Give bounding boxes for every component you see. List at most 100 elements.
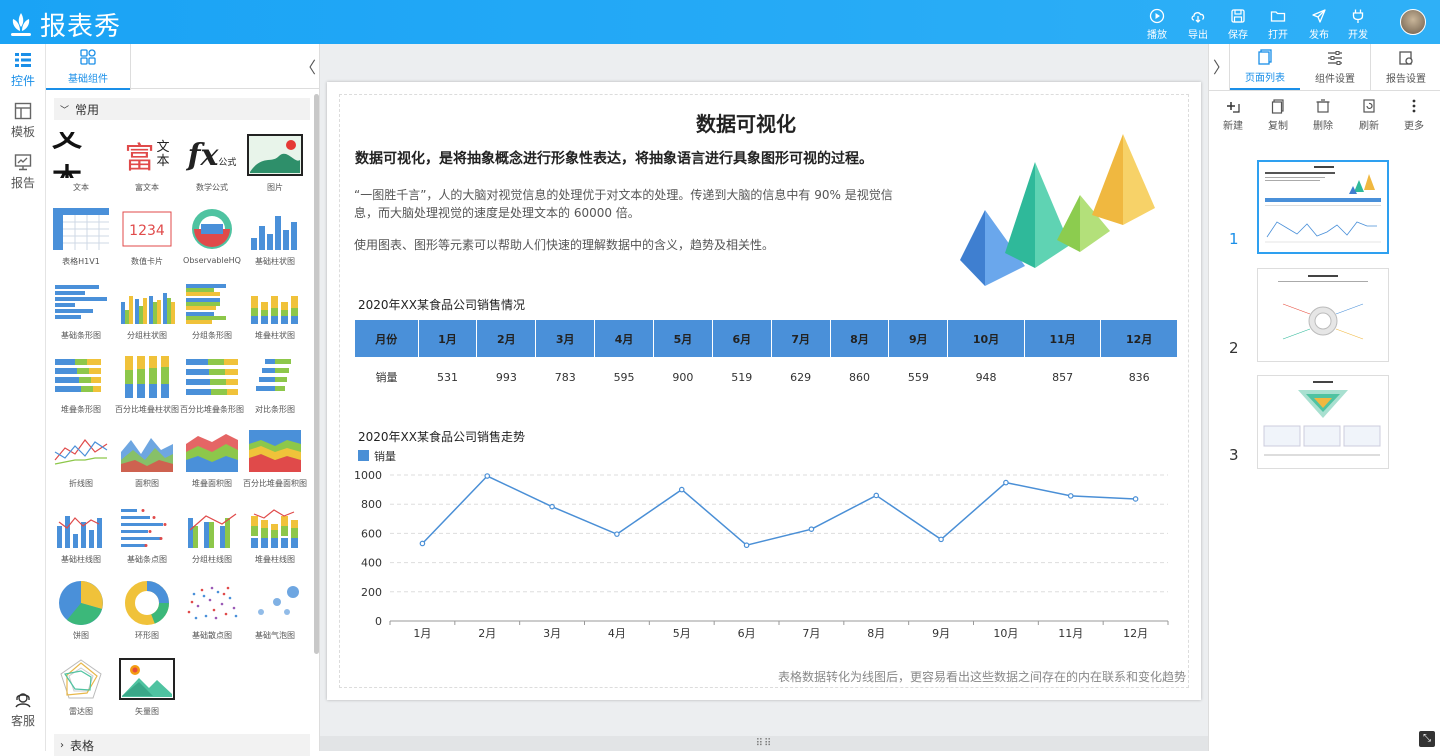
copy-page-button[interactable]: 复制 bbox=[1260, 98, 1296, 132]
refresh-page-button[interactable]: 刷新 bbox=[1351, 98, 1387, 132]
component-stack-area[interactable]: 堆叠面积图 bbox=[181, 428, 243, 498]
delete-page-button[interactable]: 删除 bbox=[1305, 98, 1341, 132]
tab-report-settings[interactable]: 报告设置 bbox=[1371, 44, 1440, 90]
component-pct-bar[interactable]: 百分比堆叠柱状图 bbox=[115, 354, 179, 424]
x-tick-label: 11月 bbox=[1058, 627, 1083, 640]
component-label: 基础条形图 bbox=[61, 331, 101, 340]
component-formula[interactable]: fx公式 数学公式 bbox=[181, 132, 243, 202]
component-text-big[interactable]: 文本文本 bbox=[50, 132, 112, 202]
report-para1[interactable]: “一图胜千言”，人的大脑对视觉信息的处理优于对文本的处理。传递到大脑的信息中有 … bbox=[354, 186, 894, 222]
component-label: 基础柱线图 bbox=[61, 555, 101, 564]
component-hbar-dot[interactable]: 基础条点图 bbox=[116, 504, 178, 574]
expand-corner-icon[interactable]: ⤡ bbox=[1419, 731, 1435, 747]
play-icon bbox=[1149, 8, 1165, 24]
component-hbar[interactable]: 基础条形图 bbox=[50, 280, 112, 350]
tab-component-settings[interactable]: 组件设置 bbox=[1300, 44, 1370, 90]
more-button[interactable]: 更多 bbox=[1396, 98, 1432, 132]
component-bubble[interactable]: 基础气泡图 bbox=[244, 580, 306, 650]
component-observable[interactable]: ObservableHQ bbox=[181, 206, 243, 276]
table-icon bbox=[52, 206, 110, 252]
collapse-right-icon[interactable]: 〉 bbox=[1213, 54, 1229, 78]
component-donut[interactable]: 环形图 bbox=[116, 580, 178, 650]
table-header-cell: 3月 bbox=[535, 320, 596, 357]
scatter-icon bbox=[183, 580, 241, 626]
collapse-left-icon[interactable]: 〈 bbox=[300, 54, 316, 78]
nav-service-label: 客服 bbox=[10, 714, 35, 728]
nav-reports[interactable]: 报告 bbox=[0, 152, 46, 191]
report-subtitle[interactable]: 数据可视化，是将抽象概念进行形象性表达，将抽象语言进行具象图形可视的过程。 bbox=[355, 148, 955, 168]
component-vector[interactable]: 矢量图 bbox=[116, 656, 178, 726]
area-icon bbox=[118, 428, 176, 474]
line-icon bbox=[52, 428, 110, 474]
app-logo[interactable]: 报表秀 bbox=[8, 6, 121, 43]
data-point bbox=[614, 531, 620, 537]
publish-button[interactable]: 发布 bbox=[1304, 8, 1334, 41]
panel-scrollbar[interactable] bbox=[314, 94, 319, 654]
data-point bbox=[678, 486, 685, 493]
new-page-button[interactable]: 新建 bbox=[1215, 98, 1251, 132]
component-compare-hbar[interactable]: 对比条形图 bbox=[244, 354, 306, 424]
group-common-header[interactable]: ﹀ 常用 bbox=[54, 98, 310, 120]
more-vertical-icon bbox=[1412, 99, 1416, 113]
table-cell: 857 bbox=[1052, 370, 1074, 384]
nav-templates[interactable]: 模板 bbox=[0, 101, 46, 140]
component-panel: 基础组件 〈 ﹀ 常用 文本文本富文本富文本fx公式数学公式图片表格H1V112… bbox=[46, 44, 320, 756]
component-table[interactable]: 表格H1V1 bbox=[50, 206, 112, 276]
sales-table[interactable]: 月份 1月 2月 3月 4月 5月 6月 7月 8月 9月 10月 11月 12月 销量 531 993 78… bbox=[355, 320, 1178, 397]
report-footnote: 表格数据转化为线图后，更容易看出这些数据之间存在的内在联系和变化趋势 bbox=[777, 670, 1186, 684]
group-table-header[interactable]: › 表格 bbox=[54, 734, 310, 756]
dev-button[interactable]: 开发 bbox=[1343, 8, 1373, 41]
play-button[interactable]: 播放 bbox=[1142, 8, 1172, 41]
component-label: ObservableHQ bbox=[183, 256, 241, 265]
sales-line-chart[interactable]: 销量 0 200 400 600 800 1000 1月 2月 3月 4月 5月 6月 7月 8月 9月 10月… bbox=[340, 446, 1180, 646]
page-thumbnail-1[interactable] bbox=[1257, 160, 1389, 254]
nav-service[interactable]: 客服 bbox=[0, 690, 46, 729]
component-image[interactable]: 图片 bbox=[244, 132, 306, 202]
component-stack-bar[interactable]: 堆叠柱状图 bbox=[244, 280, 306, 350]
component-pct-hbar[interactable]: 百分比堆叠条形图 bbox=[180, 354, 244, 424]
component-bar-line[interactable]: 基础柱线图 bbox=[50, 504, 112, 574]
export-button[interactable]: 导出 bbox=[1183, 8, 1213, 41]
component-group-bar[interactable]: 分组柱状图 bbox=[116, 280, 178, 350]
component-scatter[interactable]: 基础散点图 bbox=[181, 580, 243, 650]
component-stack-hbar[interactable]: 堆叠条形图 bbox=[50, 354, 112, 424]
page-number-3: 3 bbox=[1229, 446, 1239, 464]
pyramid-illustration[interactable] bbox=[955, 128, 1165, 290]
table-header-row: 月份 1月 2月 3月 4月 5月 6月 7月 8月 9月 10月 11月 12月 bbox=[355, 320, 1178, 357]
x-tick-label: 4月 bbox=[608, 627, 626, 640]
component-pie[interactable]: 饼图 bbox=[50, 580, 112, 650]
pie-icon bbox=[52, 580, 110, 626]
more-label: 更多 bbox=[1404, 121, 1424, 132]
component-line[interactable]: 折线图 bbox=[50, 428, 112, 498]
report-para2[interactable]: 使用图表、图形等元素可以帮助人们快速的理解数据中的含义，趋势及相关性。 bbox=[354, 236, 894, 254]
component-area[interactable]: 面积图 bbox=[116, 428, 178, 498]
table-cell: 559 bbox=[907, 370, 929, 384]
open-button[interactable]: 打开 bbox=[1263, 8, 1293, 41]
component-label: 分组柱线图 bbox=[192, 555, 232, 564]
component-rich-text[interactable]: 富文本富文本 bbox=[116, 132, 178, 202]
nav-controls[interactable]: 控件 bbox=[0, 50, 46, 89]
tab-divider bbox=[130, 44, 131, 90]
tab-page-list[interactable]: 页面列表 bbox=[1230, 44, 1300, 90]
canvas-resize-handle[interactable]: ⠿⠿ bbox=[320, 736, 1208, 751]
component-group-hbar[interactable]: 分组条形图 bbox=[181, 280, 243, 350]
tab-basic-components[interactable]: 基础组件 bbox=[46, 44, 130, 90]
nav-reports-label: 报告 bbox=[10, 176, 35, 190]
component-number-card[interactable]: 1234 数值卡片 bbox=[116, 206, 178, 276]
new-page-label: 新建 bbox=[1223, 121, 1243, 132]
component-label: 分组条形图 bbox=[192, 331, 232, 340]
image-icon bbox=[246, 132, 304, 178]
user-avatar[interactable] bbox=[1400, 9, 1426, 35]
stack-area-icon bbox=[183, 428, 241, 474]
component-pct-area[interactable]: 百分比堆叠面积图 bbox=[243, 428, 307, 498]
save-button[interactable]: 保存 bbox=[1223, 8, 1253, 41]
group-bar-line-icon bbox=[183, 504, 241, 550]
refresh-icon bbox=[1363, 99, 1375, 113]
component-radar[interactable]: 雷达图 bbox=[50, 656, 112, 726]
component-group-bar-line[interactable]: 分组柱线图 bbox=[181, 504, 243, 574]
page-thumbnail-3[interactable] bbox=[1257, 375, 1389, 469]
thumbnail-preview-3 bbox=[1263, 381, 1381, 456]
component-stack-bar-line[interactable]: 堆叠柱线图 bbox=[244, 504, 306, 574]
component-bar[interactable]: 基础柱状图 bbox=[244, 206, 306, 276]
page-thumbnail-2[interactable] bbox=[1257, 268, 1389, 362]
